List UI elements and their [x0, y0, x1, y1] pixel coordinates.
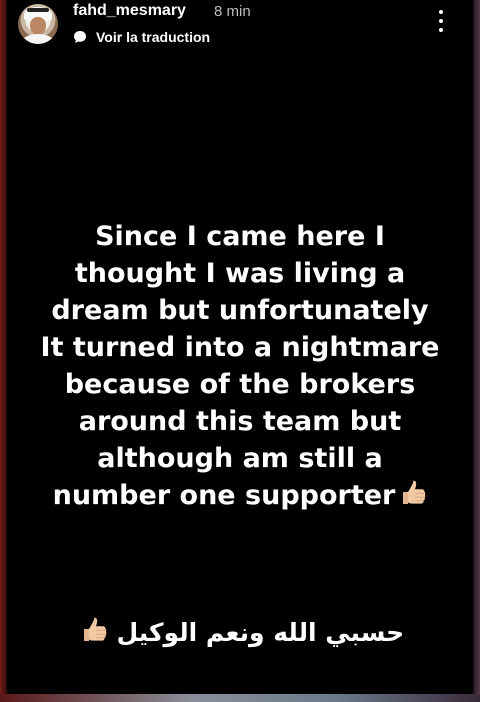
translate-label: Voir la traduction [96, 29, 211, 45]
more-vertical-icon[interactable] [431, 8, 451, 34]
story-viewer[interactable]: fahd_mesmary 8 min Voir la traduction Si… [7, 0, 473, 694]
background-edge [0, 694, 480, 702]
caption-line: dream but unfortunately [51, 295, 429, 326]
thumbs-up-icon [403, 480, 426, 504]
thumbs-up-icon [83, 617, 107, 641]
translate-button[interactable]: Voir la traduction [73, 27, 210, 47]
caption-line: around this team but [78, 406, 402, 437]
avatar[interactable] [18, 4, 58, 44]
username[interactable]: fahd_mesmary [73, 2, 186, 20]
caption-line-last: number one supporter [7, 477, 473, 514]
caption-line: Since I came here I [95, 221, 385, 252]
screen-frame: fahd_mesmary 8 min Voir la traduction Si… [0, 0, 480, 702]
story-caption: Since I came here I thought I was living… [7, 218, 473, 514]
translate-bubble-icon [74, 31, 86, 43]
timestamp: 8 min [214, 3, 251, 20]
caption-line: because of the brokers [64, 369, 416, 400]
arabic-text: حسبي الله ونعم الوكيل [116, 618, 405, 647]
caption-line: thought I was living a [74, 258, 406, 289]
caption-line: although am still a [97, 443, 383, 474]
caption-line: It turned into a nightmare [40, 332, 440, 363]
story-header: fahd_mesmary 8 min Voir la traduction [7, 0, 473, 60]
arabic-caption: حسبي الله ونعم الوكيل [7, 616, 473, 647]
